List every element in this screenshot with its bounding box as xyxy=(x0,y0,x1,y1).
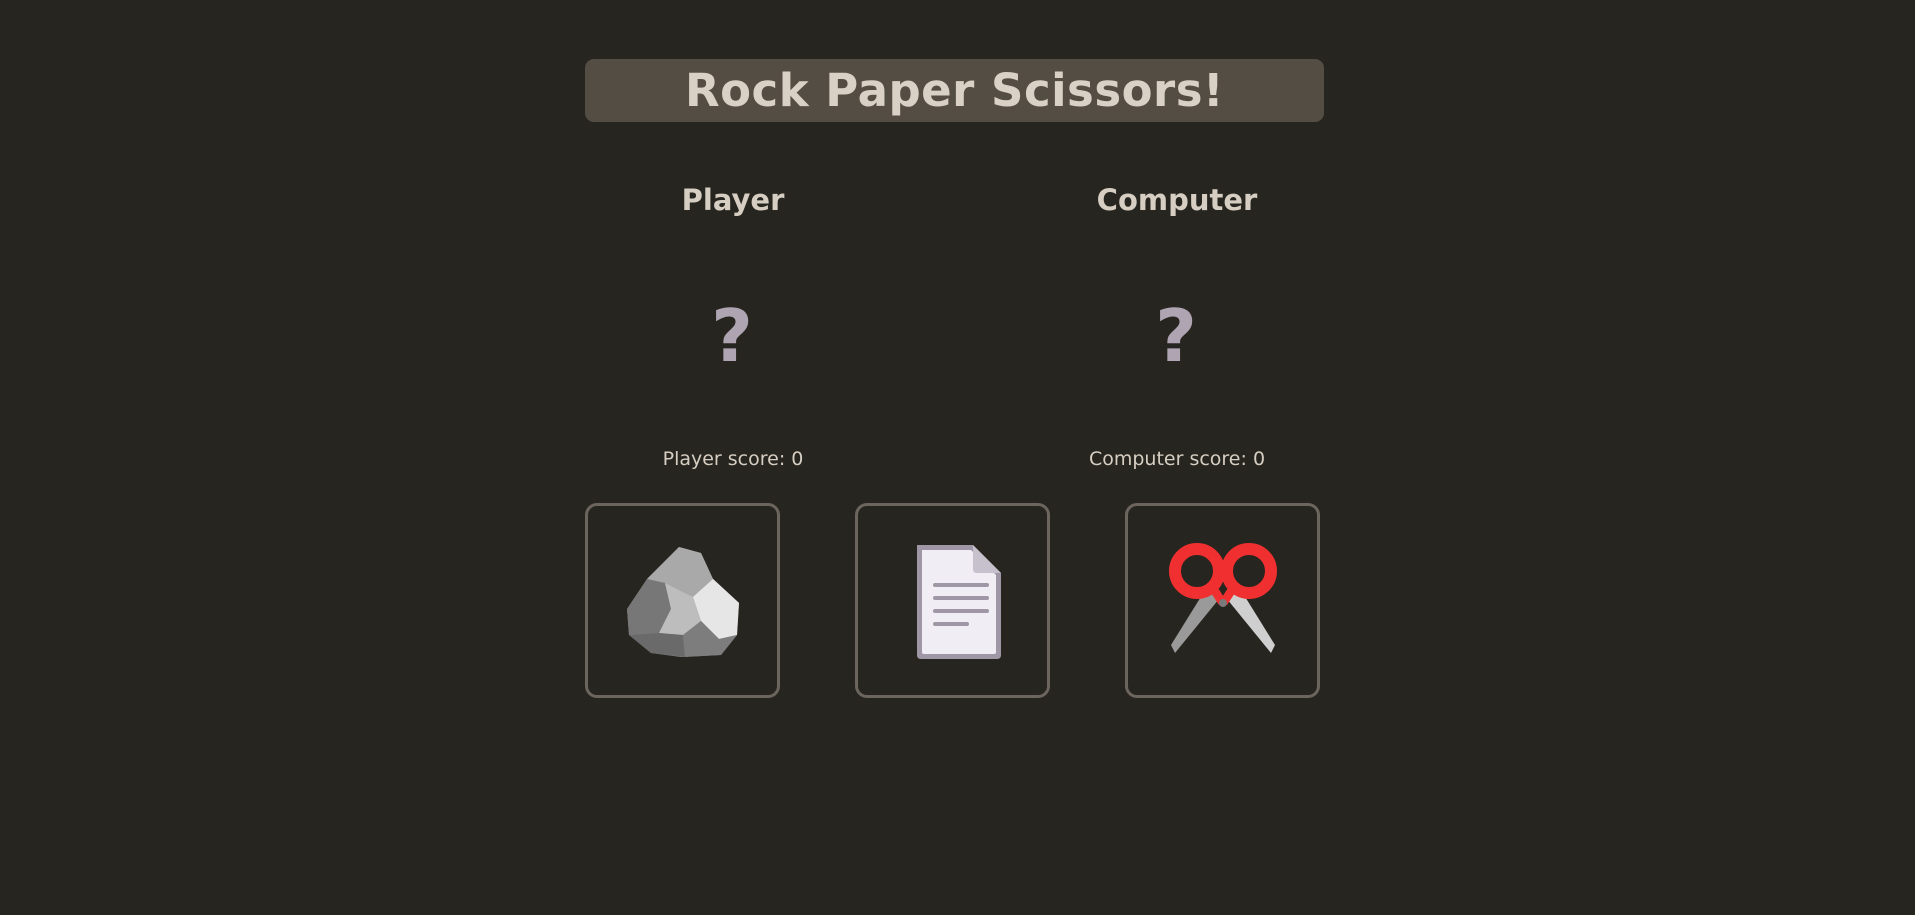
paper-icon xyxy=(916,544,1001,659)
title-banner: Rock Paper Scissors! xyxy=(585,59,1324,122)
scissors-icon xyxy=(1168,542,1277,653)
player-score-value: 0 xyxy=(791,448,804,470)
player-score-label: Player score: xyxy=(662,448,792,470)
computer-choice-display: ? xyxy=(1155,294,1197,378)
computer-score-label: Computer score: xyxy=(1088,448,1253,470)
player-score: Player score: 0 xyxy=(583,448,883,470)
player-choice-display: ? xyxy=(711,294,753,378)
player-label: Player xyxy=(681,183,785,217)
scissors-button[interactable] xyxy=(1125,503,1320,698)
rock-icon xyxy=(626,546,739,657)
computer-score-value: 0 xyxy=(1252,448,1266,470)
page-title: Rock Paper Scissors! xyxy=(684,64,1225,117)
computer-label: Computer xyxy=(1096,183,1258,217)
rock-button[interactable] xyxy=(585,503,780,698)
computer-score: Computer score: 0 xyxy=(1027,448,1327,470)
paper-button[interactable] xyxy=(855,503,1050,698)
